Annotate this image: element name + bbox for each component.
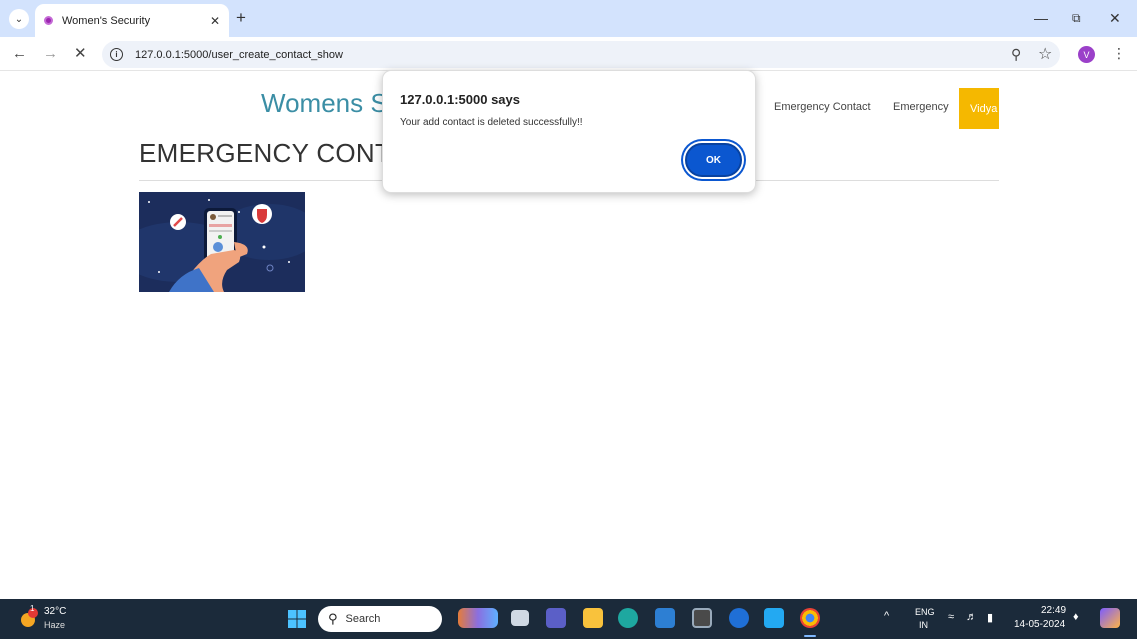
minimize-icon[interactable]: — — [1034, 8, 1048, 28]
notification-bell-icon[interactable]: ♦ — [1073, 611, 1079, 623]
language-region[interactable]: IN — [919, 620, 928, 630]
search-icon: ⚲ — [328, 611, 338, 626]
new-tab-icon[interactable]: + — [236, 8, 246, 28]
tab-close-icon[interactable]: ✕ — [210, 14, 220, 28]
window-close-icon[interactable]: ✕ — [1109, 8, 1121, 28]
page-heading: EMERGENCY CONT — [139, 138, 392, 168]
edge-browser-icon[interactable] — [618, 608, 638, 628]
browser-tab[interactable]: Women's Security ✕ — [35, 4, 229, 37]
phone-illustration-icon — [139, 192, 305, 292]
weather-badge: 1 — [30, 604, 35, 613]
alert-dialog: 127.0.0.1:5000 says Your add contact is … — [382, 70, 756, 193]
store-app-icon[interactable] — [655, 608, 675, 628]
windows-taskbar: 1 32°C Haze ⚲ Search ^ ENG IN ≈ ♬ ▮ 22:4… — [0, 599, 1137, 639]
tab-favicon-icon — [44, 16, 53, 25]
dialog-message: Your add contact is deleted successfully… — [400, 117, 583, 128]
browser-toolbar: ← → ✕ i 127.0.0.1:5000/user_create_conta… — [0, 37, 1137, 71]
stop-loading-icon[interactable]: ✕ — [74, 44, 87, 64]
tab-title: Women's Security — [62, 14, 151, 27]
chat-app-icon[interactable] — [729, 608, 749, 628]
wifi-icon[interactable]: ≈ — [948, 611, 954, 623]
copilot-icon[interactable] — [1100, 608, 1120, 628]
url-text: 127.0.0.1:5000/user_create_contact_show — [135, 48, 343, 61]
weather-description[interactable]: Haze — [44, 620, 65, 630]
language-indicator[interactable]: ENG — [915, 607, 935, 617]
battery-icon[interactable]: ▮ — [987, 611, 993, 624]
chrome-active-indicator — [804, 635, 816, 637]
taskbar-search-label: Search — [345, 613, 381, 625]
file-explorer-icon[interactable] — [583, 608, 603, 628]
back-icon[interactable]: ← — [12, 44, 27, 64]
microsoft-store-icon[interactable] — [692, 608, 712, 628]
volume-icon[interactable]: ♬ — [966, 611, 977, 623]
weather-temperature[interactable]: 32°C — [44, 606, 66, 617]
tab-search-chevron-icon[interactable]: ⌄ — [9, 9, 29, 29]
nav-link-emergency-contact[interactable]: Emergency Contact — [774, 101, 871, 113]
clock-time[interactable]: 22:49 — [1041, 605, 1066, 616]
bookmark-star-icon[interactable]: ☆ — [1038, 44, 1052, 64]
site-info-icon[interactable]: i — [110, 48, 123, 61]
chrome-icon[interactable] — [800, 608, 820, 628]
taskbar-search[interactable]: ⚲ Search — [318, 606, 442, 632]
copilot-widget-icon[interactable] — [458, 608, 498, 628]
forward-icon[interactable]: → — [43, 44, 58, 64]
nav-user-name: Vidya — [970, 102, 998, 115]
weather-sun-icon[interactable] — [17, 607, 39, 629]
nav-user-badge[interactable]: Vidya — [959, 88, 999, 129]
windows-start-icon[interactable] — [288, 610, 306, 628]
address-bar[interactable]: i 127.0.0.1:5000/user_create_contact_sho… — [102, 41, 1060, 68]
profile-avatar[interactable]: V — [1078, 46, 1095, 63]
teams-icon[interactable] — [546, 608, 566, 628]
dialog-ok-button[interactable]: OK — [685, 143, 742, 177]
browser-menu-icon[interactable]: ⋮ — [1112, 45, 1126, 62]
site-title[interactable]: Womens S — [261, 88, 388, 119]
vscode-icon[interactable] — [764, 608, 784, 628]
task-view-icon[interactable] — [511, 610, 529, 626]
screen: ⌄ Women's Security ✕ + — ⧉ ✕ ← → ✕ i 127… — [0, 0, 1137, 639]
nav-link-emergency[interactable]: Emergency — [893, 101, 949, 113]
restore-icon[interactable]: ⧉ — [1072, 8, 1081, 28]
clock-date[interactable]: 14-05-2024 — [1014, 619, 1065, 630]
emergency-contact-illustration — [139, 192, 305, 292]
tray-overflow-icon[interactable]: ^ — [884, 610, 889, 622]
tab-strip: ⌄ Women's Security ✕ + — ⧉ ✕ — [0, 0, 1137, 37]
zoom-icon[interactable]: ⚲ — [1011, 46, 1021, 63]
dialog-title: 127.0.0.1:5000 says — [400, 92, 520, 107]
